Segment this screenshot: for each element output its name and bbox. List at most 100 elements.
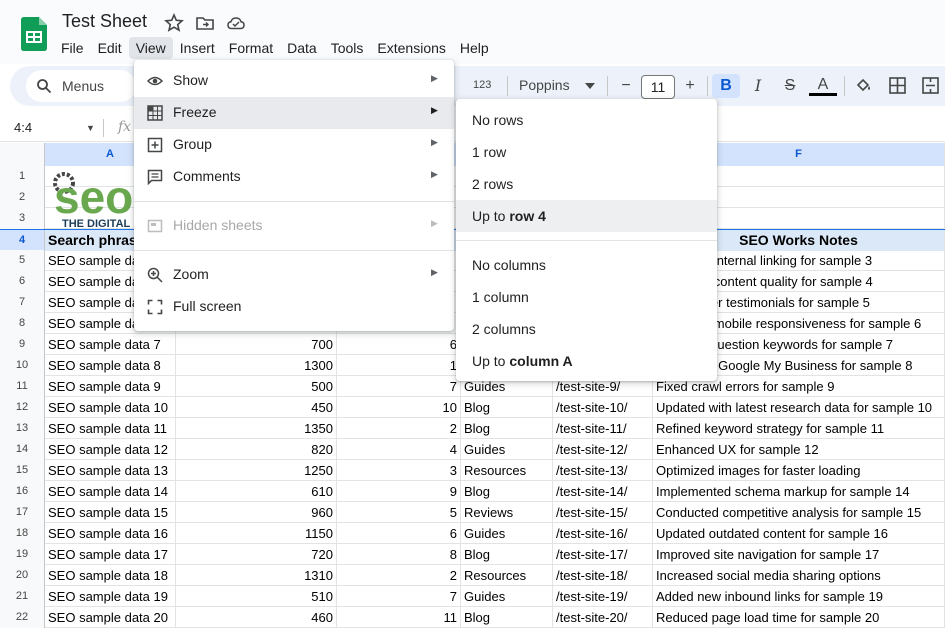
table-cell[interactable]: /test-site-19/ xyxy=(553,586,653,607)
table-cell[interactable]: 1150 xyxy=(176,523,337,544)
table-cell[interactable]: Improved site navigation for sample 17 xyxy=(653,544,945,565)
table-cell[interactable]: 6 xyxy=(337,523,461,544)
freeze-up-to-column-a[interactable]: Up to column A xyxy=(456,345,717,377)
table-cell[interactable]: SEO sample data 16 xyxy=(45,523,176,544)
table-cell[interactable]: 6 xyxy=(337,334,461,355)
table-cell[interactable]: 11 xyxy=(337,607,461,628)
row-header[interactable]: 13 xyxy=(0,418,45,439)
row-header[interactable]: 21 xyxy=(0,586,45,607)
table-cell[interactable]: Blog xyxy=(461,397,553,418)
table-cell[interactable]: /test-site-12/ xyxy=(553,439,653,460)
decrease-font-size-button[interactable]: − xyxy=(612,74,640,98)
menu-data[interactable]: Data xyxy=(280,37,324,59)
row-header[interactable]: 22 xyxy=(0,607,45,628)
text-color-button[interactable]: A xyxy=(809,74,837,96)
freeze-up-to-row-4[interactable]: Up to row 4 xyxy=(456,200,717,232)
table-cell[interactable]: SEO sample data 9 xyxy=(45,376,176,397)
row-header[interactable]: 4 xyxy=(0,230,45,251)
table-cell[interactable]: /test-site-17/ xyxy=(553,544,653,565)
freeze-2-columns[interactable]: 2 columns xyxy=(456,313,717,345)
table-cell[interactable]: 7 xyxy=(337,376,461,397)
menu-file[interactable]: File xyxy=(54,37,91,59)
table-cell[interactable]: 9 xyxy=(337,481,461,502)
view-menu-group[interactable]: Group ▶ xyxy=(134,129,454,161)
menu-extensions[interactable]: Extensions xyxy=(370,37,452,59)
table-cell[interactable]: 4 xyxy=(337,439,461,460)
table-cell[interactable]: 450 xyxy=(176,397,337,418)
fill-color-icon[interactable] xyxy=(855,76,873,94)
table-cell[interactable]: Optimized images for faster loading xyxy=(653,460,945,481)
bold-button[interactable]: B xyxy=(712,74,740,98)
table-cell[interactable]: 2 xyxy=(337,418,461,439)
row-header[interactable]: 7 xyxy=(0,292,45,313)
freeze-2-rows[interactable]: 2 rows xyxy=(456,168,717,200)
table-cell[interactable]: SEO sample data 18 xyxy=(45,565,176,586)
table-cell[interactable]: 1350 xyxy=(176,418,337,439)
table-cell[interactable]: /test-site-16/ xyxy=(553,523,653,544)
strikethrough-button[interactable]: S xyxy=(776,74,804,98)
menu-insert[interactable]: Insert xyxy=(173,37,222,59)
row-header[interactable]: 6 xyxy=(0,271,45,292)
table-cell[interactable]: Increased social media sharing options xyxy=(653,565,945,586)
menu-help[interactable]: Help xyxy=(453,37,496,59)
row-header[interactable]: 1 xyxy=(0,166,45,187)
table-cell[interactable]: 8 xyxy=(337,544,461,565)
table-cell[interactable]: SEO sample data 20 xyxy=(45,607,176,628)
menu-view[interactable]: View xyxy=(128,37,173,59)
table-cell[interactable]: SEO sample data 13 xyxy=(45,460,176,481)
table-cell[interactable]: 7 xyxy=(337,586,461,607)
table-cell[interactable]: /test-site-15/ xyxy=(553,502,653,523)
table-cell[interactable]: 1300 xyxy=(176,355,337,376)
cloud-saved-icon[interactable] xyxy=(226,13,246,33)
table-cell[interactable]: 720 xyxy=(176,544,337,565)
font-size-input[interactable]: 11 xyxy=(641,75,675,99)
row-header[interactable]: 3 xyxy=(0,208,45,229)
table-cell[interactable]: Implemented schema markup for sample 14 xyxy=(653,481,945,502)
search-menus-button[interactable]: Menus xyxy=(26,70,136,102)
row-header[interactable]: 12 xyxy=(0,397,45,418)
row-header[interactable]: 9 xyxy=(0,334,45,355)
table-cell[interactable]: 820 xyxy=(176,439,337,460)
table-cell[interactable]: SEO sample data 15 xyxy=(45,502,176,523)
star-icon[interactable] xyxy=(164,13,184,33)
table-cell[interactable]: Updated with latest research data for sa… xyxy=(653,397,945,418)
table-cell[interactable]: /test-site-18/ xyxy=(553,565,653,586)
merge-cells-icon[interactable] xyxy=(922,77,939,94)
menu-edit[interactable]: Edit xyxy=(91,37,129,59)
table-cell[interactable]: /test-site-13/ xyxy=(553,460,653,481)
table-cell[interactable]: Enhanced UX for sample 12 xyxy=(653,439,945,460)
table-cell[interactable]: Guides xyxy=(461,586,553,607)
row-header[interactable]: 10 xyxy=(0,355,45,376)
table-cell[interactable]: Reduced page load time for sample 20 xyxy=(653,607,945,628)
table-cell[interactable]: SEO sample data 12 xyxy=(45,439,176,460)
row-header[interactable]: 18 xyxy=(0,523,45,544)
row-header[interactable]: 16 xyxy=(0,481,45,502)
table-cell[interactable]: Resources xyxy=(461,565,553,586)
select-all-corner[interactable] xyxy=(0,143,45,166)
table-cell[interactable]: Refined keyword strategy for sample 11 xyxy=(653,418,945,439)
table-cell[interactable]: SEO sample data 17 xyxy=(45,544,176,565)
row-header[interactable]: 17 xyxy=(0,502,45,523)
table-cell[interactable]: SEO sample data 10 xyxy=(45,397,176,418)
table-cell[interactable]: Added new inbound links for sample 19 xyxy=(653,586,945,607)
table-cell[interactable]: /test-site-10/ xyxy=(553,397,653,418)
sheets-logo-icon[interactable] xyxy=(21,17,47,51)
borders-icon[interactable] xyxy=(889,77,906,94)
row-header[interactable]: 19 xyxy=(0,544,45,565)
table-cell[interactable]: Blog xyxy=(461,418,553,439)
name-box-dropdown-icon[interactable]: ▼ xyxy=(86,123,95,133)
table-cell[interactable]: 5 xyxy=(337,502,461,523)
table-cell[interactable]: Blog xyxy=(461,607,553,628)
freeze-1-row[interactable]: 1 row xyxy=(456,136,717,168)
view-menu-zoom[interactable]: Zoom ▶ xyxy=(134,259,454,291)
table-cell[interactable]: 960 xyxy=(176,502,337,523)
menu-format[interactable]: Format xyxy=(222,37,280,59)
row-header[interactable]: 14 xyxy=(0,439,45,460)
table-cell[interactable]: Blog xyxy=(461,544,553,565)
table-cell[interactable]: 10 xyxy=(337,397,461,418)
table-cell[interactable]: 1250 xyxy=(176,460,337,481)
table-cell[interactable]: 700 xyxy=(176,334,337,355)
move-folder-icon[interactable] xyxy=(195,13,215,33)
row-header[interactable]: 11 xyxy=(0,376,45,397)
table-cell[interactable]: /test-site-20/ xyxy=(553,607,653,628)
